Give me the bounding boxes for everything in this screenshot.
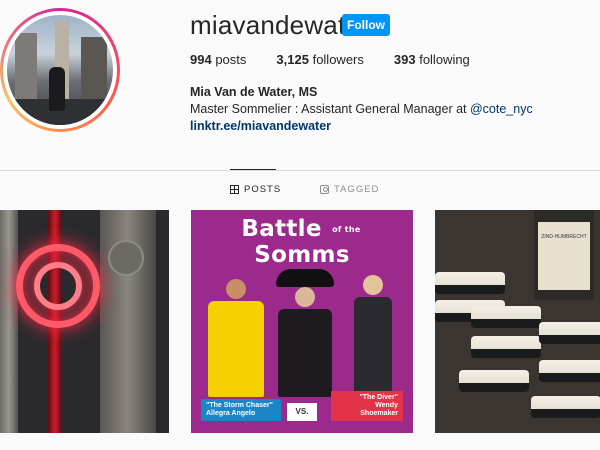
profile-avatar[interactable] — [0, 8, 120, 132]
sushi-piece — [539, 360, 600, 382]
figure-napoleon — [273, 269, 337, 397]
tab-posts-label: POSTS — [244, 184, 282, 195]
follow-button[interactable]: Follow — [342, 14, 390, 36]
sushi-piece — [459, 370, 529, 392]
profile-bio-text: Master Sommelier : Assistant General Man… — [190, 101, 533, 118]
sushi-piece — [471, 306, 541, 328]
post-thumbnail-neon-door[interactable] — [0, 210, 169, 433]
figure-coat — [278, 309, 332, 397]
versus-badge: VS. — [287, 403, 317, 421]
wetsuit — [354, 297, 392, 397]
profile-bio: Mia Van de Water, MS Master Sommelier : … — [190, 84, 533, 135]
following-count[interactable]: 393 following — [394, 52, 470, 67]
followers-count-value: 3,125 — [276, 52, 309, 67]
yellow-raincoat — [208, 301, 264, 397]
profile-stats: 994 posts 3,125 followers 393 following — [190, 52, 500, 67]
post-thumbnail-battle-of-somms[interactable]: Battle of the Somms "The Storm Chaser" A… — [191, 210, 413, 433]
following-count-label: following — [419, 52, 470, 67]
tabs-divider — [0, 170, 600, 171]
figure-head — [226, 279, 246, 299]
avatar-building — [15, 33, 37, 103]
contestant-right-nickname: "The Diver" — [359, 394, 398, 401]
tab-posts[interactable]: POSTS — [230, 184, 281, 195]
posts-count: 994 posts — [190, 52, 246, 67]
tab-tagged-label: TAGGED — [334, 184, 380, 195]
posts-count-label: posts — [215, 52, 247, 67]
grid-icon — [230, 185, 239, 194]
avatar-frame — [3, 11, 117, 129]
sushi-piece — [539, 322, 600, 344]
post-thumbnail-sushi-wine[interactable]: ZIND-HUMBRECHT — [435, 210, 600, 433]
sushi-piece — [435, 272, 505, 294]
bio-description: Master Sommelier : Assistant General Man… — [190, 102, 470, 116]
figure-storm-chaser — [205, 279, 267, 397]
profile-full-name: Mia Van de Water, MS — [190, 85, 318, 99]
figure-head — [295, 287, 315, 307]
contestant-left-name: Allegra Angelo — [206, 410, 256, 417]
avatar-photo — [7, 15, 113, 125]
bio-website-link[interactable]: linktr.ee/miavandewater — [190, 119, 331, 133]
sushi-piece — [471, 336, 541, 358]
figure-diver — [343, 275, 403, 397]
followers-count-label: followers — [312, 52, 364, 67]
avatar-building — [81, 37, 107, 107]
avatar-person — [49, 67, 65, 111]
contestant-right-name: Wendy Shoemaker — [360, 402, 398, 417]
tag-icon — [320, 185, 329, 194]
door-bar — [0, 210, 18, 433]
posts-count-value: 994 — [190, 52, 212, 67]
sushi-piece — [531, 396, 600, 418]
post-title-of-the: of the — [332, 224, 361, 234]
post-title-battle: Battle — [241, 216, 322, 242]
figure-head — [363, 275, 383, 295]
bio-mention-link[interactable]: @cote_nyc — [470, 102, 533, 116]
bicorne-hat — [276, 269, 334, 287]
contestant-left-label: "The Storm Chaser" Allegra Angelo — [201, 399, 281, 421]
active-tab-indicator — [230, 169, 276, 170]
contestant-left-nickname: "The Storm Chaser" — [206, 402, 273, 409]
contestant-right-label: "The Diver" Wendy Shoemaker — [331, 391, 403, 421]
wine-label-text: ZIND-HUMBRECHT — [541, 234, 587, 240]
neon-ring-inner — [34, 262, 82, 310]
door-knob — [108, 240, 144, 276]
wine-label: ZIND-HUMBRECHT — [538, 222, 590, 290]
post-title: Battle of the Somms — [191, 216, 413, 268]
tab-tagged[interactable]: TAGGED — [320, 184, 379, 195]
post-title-somms: Somms — [254, 242, 350, 268]
following-count-value: 393 — [393, 52, 416, 67]
followers-count[interactable]: 3,125 followers — [276, 52, 363, 67]
